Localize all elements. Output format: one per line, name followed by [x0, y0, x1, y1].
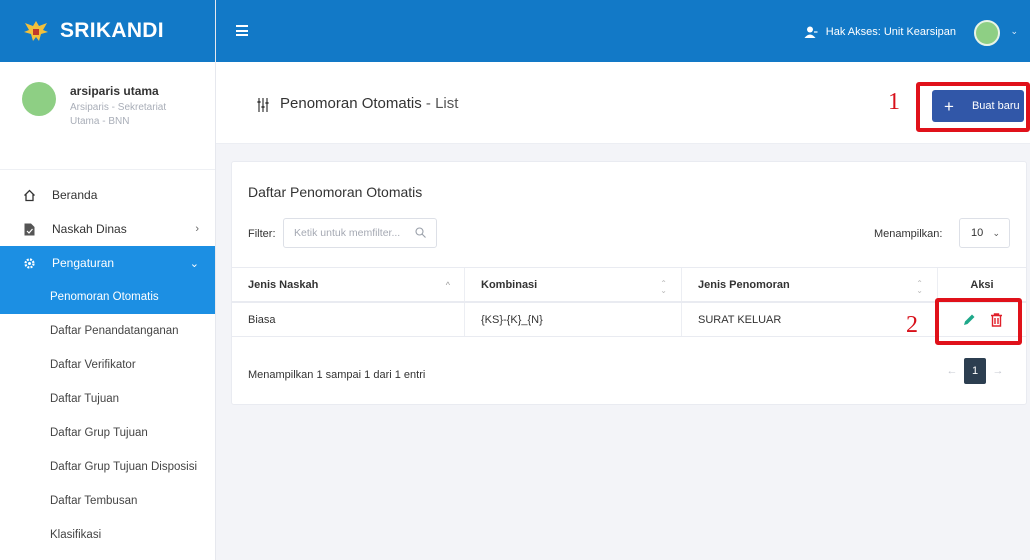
cell-jenis-penomoran: SURAT KELUAR — [682, 303, 938, 336]
sidebar-subitem-penomoran-otomatis[interactable]: Penomoran Otomatis — [0, 280, 215, 314]
column-label: Kombinasi — [481, 278, 538, 291]
pagination: ← 1 → — [942, 358, 1008, 384]
sidebar-subitem-daftar-tujuan[interactable]: Daftar Tujuan — [0, 382, 215, 416]
sidebar-subitem-klasifikasi[interactable]: Klasifikasi — [0, 518, 215, 552]
sidebar: SRIKANDI arsiparis utama Arsiparis - Sek… — [0, 0, 216, 560]
brand-bar: SRIKANDI — [0, 0, 215, 62]
access-label: Hak Akses: Unit Kearsipan — [825, 26, 956, 38]
sort-icon: ⌃ ⌄ — [916, 279, 923, 295]
avatar[interactable] — [22, 82, 56, 116]
cell-jenis-naskah: Biasa — [232, 303, 465, 336]
annotation-box-2 — [935, 298, 1022, 345]
page-number[interactable]: 1 — [964, 358, 986, 384]
sidebar-item-naskah-dinas[interactable]: Naskah Dinas › — [0, 212, 215, 246]
chevron-down-icon: ⌄ — [189, 257, 199, 270]
column-label: Aksi — [970, 278, 994, 291]
access-role[interactable]: Hak Akses: Unit Kearsipan — [804, 26, 956, 38]
sidebar-item-label: Naskah Dinas — [52, 222, 127, 236]
plus-icon: + — [944, 96, 954, 116]
menu-toggle-icon[interactable] — [236, 25, 248, 36]
user-icon — [804, 26, 818, 38]
card-title: Daftar Penomoran Otomatis — [248, 184, 423, 200]
column-header-jenis-penomoran[interactable]: Jenis Penomoran ⌃ ⌄ — [682, 268, 938, 301]
column-label: Jenis Naskah — [248, 278, 319, 291]
filter-label: Filter: — [248, 228, 276, 240]
gear-icon — [22, 256, 36, 270]
sidebar-item-label: Pengaturan — [52, 256, 115, 270]
page-size-value: 10 — [971, 227, 984, 239]
sidebar-subitem-daftar-verifikator[interactable]: Daftar Verifikator — [0, 348, 215, 382]
sidebar-subitem-daftar-penandatanganan[interactable]: Daftar Penandatanganan — [0, 314, 215, 348]
page-size-label: Menampilkan: — [874, 228, 943, 240]
column-label: Jenis Penomoran — [698, 278, 790, 291]
sliders-icon — [257, 98, 269, 112]
chevron-down-icon: ⌄ — [992, 228, 1000, 238]
top-bar: Hak Akses: Unit Kearsipan ⌄ — [216, 0, 1030, 62]
chevron-down-icon[interactable]: ⌄ — [1010, 26, 1018, 37]
page-title: Penomoran Otomatis - List — [280, 95, 458, 112]
table-info: Menampilkan 1 sampai 1 dari 1 entri — [248, 369, 426, 381]
filter-placeholder: Ketik untuk memfilter... — [294, 227, 401, 239]
sidebar-subitem-daftar-grup-tujuan-disposisi[interactable]: Daftar Grup Tujuan Disposisi — [0, 450, 215, 484]
page-size-select[interactable]: 10 ⌄ — [959, 218, 1010, 248]
next-page-icon[interactable]: → — [988, 365, 1008, 377]
page-title-sub: - List — [421, 95, 459, 112]
sort-icon: ⌃ ⌄ — [660, 279, 667, 295]
sidebar-item-pengaturan[interactable]: Pengaturan ⌄ — [0, 246, 215, 280]
page-header: Penomoran Otomatis - List 1 + Buat baru — [216, 62, 1030, 144]
brand-name[interactable]: SRIKANDI — [60, 19, 164, 43]
filter-input[interactable]: Ketik untuk memfilter... — [283, 218, 437, 248]
sidebar-nav: Beranda Naskah Dinas › Pengaturan ⌄ Peno… — [0, 178, 215, 552]
chevron-right-icon: › — [195, 223, 199, 235]
sidebar-item-beranda[interactable]: Beranda — [0, 178, 215, 212]
prev-page-icon[interactable]: ← — [942, 365, 962, 377]
column-header-kombinasi[interactable]: Kombinasi ⌃ ⌄ — [465, 268, 682, 301]
new-button[interactable]: + Buat baru — [932, 90, 1024, 122]
sidebar-subitem-daftar-grup-tujuan[interactable]: Daftar Grup Tujuan — [0, 416, 215, 450]
home-icon — [22, 188, 36, 202]
column-header-jenis-naskah[interactable]: Jenis Naskah ^ — [232, 268, 465, 301]
column-header-aksi: Aksi — [938, 268, 1026, 301]
user-profile: arsiparis utama Arsiparis - Sekretariat … — [0, 62, 215, 170]
new-button-label: Buat baru — [971, 100, 1020, 112]
document-icon — [22, 222, 36, 236]
avatar[interactable] — [974, 20, 1000, 46]
profile-name: arsiparis utama — [70, 84, 159, 98]
cell-kombinasi: {KS}-{K}_{N} — [465, 303, 682, 336]
garuda-logo-icon — [24, 21, 48, 41]
page-title-main: Penomoran Otomatis — [280, 95, 422, 112]
annotation-marker-2: 2 — [906, 312, 918, 338]
sidebar-item-label: Beranda — [52, 188, 98, 202]
list-card: Daftar Penomoran Otomatis Filter: Ketik … — [231, 161, 1027, 405]
search-icon — [415, 227, 426, 238]
annotation-marker-1: 1 — [888, 89, 900, 115]
sort-asc-icon: ^ — [445, 279, 450, 290]
table-header: Jenis Naskah ^ Kombinasi ⌃ ⌄ Jenis Penomo… — [232, 267, 1026, 303]
sidebar-subitem-daftar-tembusan[interactable]: Daftar Tembusan — [0, 484, 215, 518]
profile-role: Arsiparis - Sekretariat Utama - BNN — [70, 102, 167, 127]
